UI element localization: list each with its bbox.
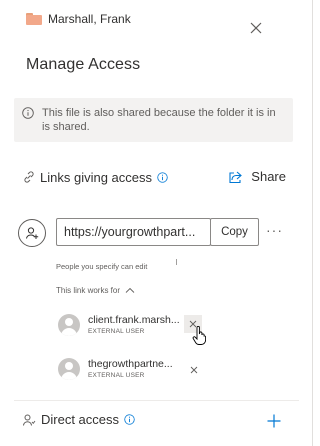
info-icon bbox=[22, 107, 34, 119]
folder-name: Marshall, Frank bbox=[48, 12, 131, 26]
person-icon bbox=[23, 414, 36, 426]
user-name: client.frank.marsh... bbox=[88, 314, 180, 326]
direct-access-label: Direct access bbox=[41, 412, 120, 427]
hand-cursor-icon bbox=[192, 326, 206, 345]
folder-icon bbox=[26, 13, 42, 25]
user-type: EXTERNAL USER bbox=[88, 372, 145, 379]
copy-button[interactable]: Copy bbox=[210, 218, 259, 246]
more-options-button[interactable]: ··· bbox=[266, 223, 282, 237]
share-button[interactable]: Share bbox=[228, 169, 286, 184]
plus-icon bbox=[267, 414, 281, 428]
link-works-for-toggle[interactable]: This link works for bbox=[56, 286, 135, 295]
info-icon[interactable] bbox=[157, 171, 168, 183]
link-settings-button[interactable] bbox=[18, 219, 46, 247]
info-banner: This file is also shared because the fol… bbox=[14, 98, 293, 142]
direct-access-header: Direct access bbox=[22, 412, 135, 427]
user-type: EXTERNAL USER bbox=[88, 328, 145, 335]
section-divider bbox=[14, 400, 299, 401]
link-url-field[interactable]: https://yourgrowthpart... bbox=[56, 218, 211, 246]
page-title: Manage Access bbox=[26, 56, 141, 73]
links-giving-access-header: Links giving access Share bbox=[22, 165, 292, 189]
link-icon bbox=[24, 171, 34, 183]
close-icon bbox=[250, 22, 262, 34]
people-add-icon bbox=[26, 227, 39, 239]
close-button[interactable] bbox=[248, 20, 264, 36]
avatar bbox=[58, 358, 80, 380]
remove-user-button[interactable] bbox=[186, 362, 202, 378]
avatar bbox=[58, 314, 80, 336]
link-permission-text: People you specify can edit bbox=[56, 262, 148, 271]
folder-header: Marshall, Frank bbox=[26, 12, 131, 26]
list-item: thegrowthpartne... EXTERNAL USER bbox=[58, 356, 218, 382]
works-for-label: This link works for bbox=[56, 286, 121, 295]
close-icon bbox=[190, 366, 198, 374]
info-icon[interactable] bbox=[124, 414, 135, 425]
share-icon bbox=[229, 171, 243, 183]
info-banner-text: This file is also shared because the fol… bbox=[42, 107, 276, 133]
add-direct-access-button[interactable] bbox=[266, 413, 282, 429]
divider-mark bbox=[176, 259, 177, 265]
manage-access-panel: Marshall, Frank Manage Access This file … bbox=[0, 0, 313, 446]
user-name: thegrowthpartne... bbox=[88, 358, 173, 370]
links-giving-access-label: Links giving access bbox=[40, 169, 152, 185]
share-label: Share bbox=[251, 169, 286, 184]
chevron-up-icon bbox=[125, 287, 135, 293]
